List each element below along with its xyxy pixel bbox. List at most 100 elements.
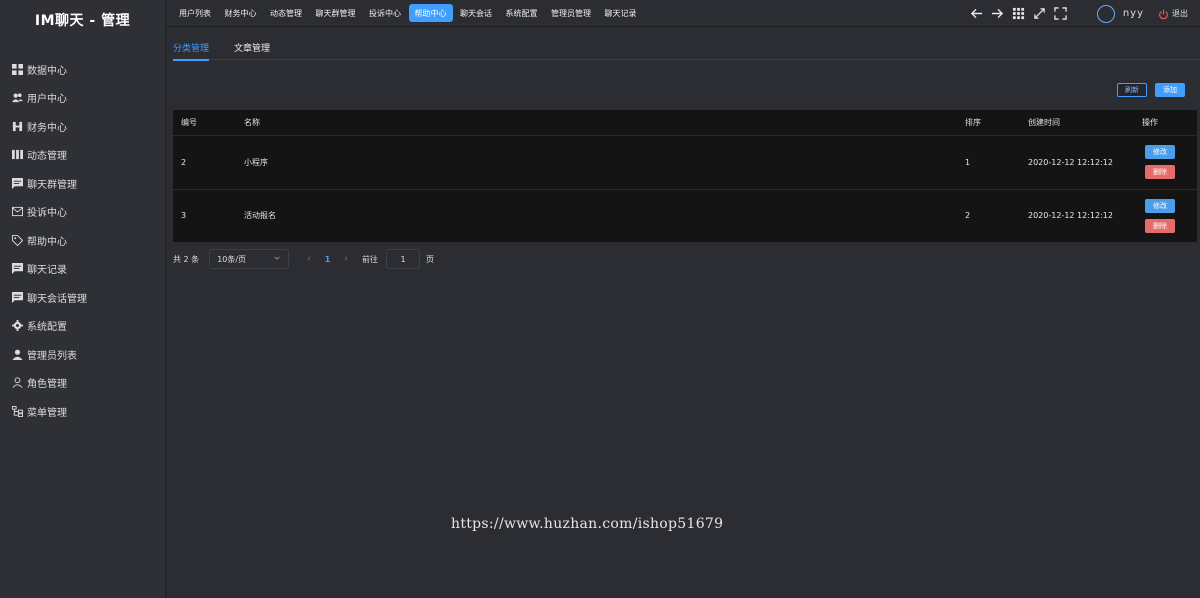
goto-page-input[interactable]	[385, 249, 420, 269]
cell-name: 小程序	[244, 157, 268, 167]
finance-icon	[12, 121, 23, 132]
sidebar-item-complaint[interactable]: 投诉中心	[0, 198, 165, 227]
sidebar-item-label: 角色管理	[27, 379, 67, 391]
top-nav-chat-record[interactable]: 聊天记录	[599, 4, 643, 22]
sidebar-item-admin-list[interactable]: 管理员列表	[0, 340, 165, 369]
sidebar: IM聊天 - 管理 数据中心 用户中心 财务中心 动态管理 聊天群管理 投诉中心…	[0, 0, 166, 598]
avatar[interactable]	[1096, 4, 1115, 23]
cell-id: 2	[181, 157, 187, 167]
page-number[interactable]: 1	[325, 255, 331, 264]
sidebar-item-system-config[interactable]: 系统配置	[0, 312, 165, 341]
pagination: 共 2 条 10条/页 ‹ 1 › 前往 页	[173, 249, 434, 269]
arrow-right-icon[interactable]	[991, 7, 1004, 20]
sidebar-item-label: 用户中心	[27, 94, 67, 106]
table-row: 2 小程序 1 2020-12-12 12:12:12 修改 删除	[173, 136, 1197, 190]
sidebar-item-label: 数据中心	[27, 65, 67, 77]
sidebar-item-menu[interactable]: 菜单管理	[0, 397, 165, 426]
sidebar-item-label: 系统配置	[27, 322, 67, 334]
cell-sort: 1	[965, 157, 971, 167]
top-nav-system-config[interactable]: 系统配置	[500, 4, 544, 22]
sidebar-item-label: 管理员列表	[27, 350, 77, 362]
goto-label: 前往	[361, 254, 378, 264]
sidebar-item-label: 动态管理	[27, 151, 67, 163]
page-size-value: 10条/页	[217, 254, 247, 264]
total-count: 共 2 条	[173, 254, 200, 264]
sidebar-item-data-center[interactable]: 数据中心	[0, 55, 165, 84]
cell-sort: 2	[965, 211, 971, 221]
sub-tabs: 分类管理 文章管理	[173, 38, 1200, 61]
chevron-down-icon	[273, 254, 281, 264]
top-nav-user-list[interactable]: 用户列表	[173, 4, 217, 22]
admin-icon	[12, 349, 23, 360]
users-icon	[12, 92, 23, 103]
edit-button[interactable]: 修改	[1145, 198, 1175, 213]
top-bar: 用户列表 财务中心 动态管理 聊天群管理 投诉中心 帮助中心 聊天会话 系统配置…	[166, 0, 1200, 27]
header-sort: 排序	[965, 118, 981, 127]
app-title: IM聊天 - 管理	[34, 13, 131, 29]
top-nav-chat-session[interactable]: 聊天会话	[454, 4, 498, 22]
row-actions: 修改 删除	[1145, 145, 1175, 180]
sidebar-item-label: 聊天会话管理	[27, 293, 87, 305]
sidebar-item-label: 投诉中心	[27, 208, 67, 220]
prev-page-icon[interactable]: ‹	[307, 254, 311, 264]
chat-group-icon	[12, 177, 23, 189]
chat-session-icon	[12, 291, 23, 303]
page-size-select[interactable]: 10条/页	[209, 249, 290, 269]
delete-button[interactable]: 删除	[1145, 218, 1175, 233]
sidebar-item-role[interactable]: 角色管理	[0, 369, 165, 398]
header-op: 操作	[1142, 118, 1158, 127]
cell-name: 活动报名	[244, 211, 276, 221]
logout-label: 退出	[1172, 9, 1188, 18]
delete-button[interactable]: 删除	[1145, 165, 1175, 180]
next-page-icon[interactable]: ›	[344, 254, 348, 264]
power-icon	[1158, 8, 1169, 20]
sidebar-item-user-center[interactable]: 用户中心	[0, 84, 165, 113]
top-nav-finance[interactable]: 财务中心	[219, 4, 263, 22]
add-button[interactable]: 添加	[1155, 83, 1185, 97]
sidebar-menu: 数据中心 用户中心 财务中心 动态管理 聊天群管理 投诉中心 帮助中心 聊天记录…	[0, 55, 165, 426]
fullscreen-icon[interactable]	[1054, 7, 1067, 20]
tag-icon	[12, 234, 23, 246]
expand-icon[interactable]	[1033, 7, 1046, 20]
tab-article[interactable]: 文章管理	[234, 41, 270, 59]
header-name: 名称	[244, 118, 260, 127]
cell-created: 2020-12-12 12:12:12	[1028, 211, 1113, 221]
sidebar-item-label: 财务中心	[27, 122, 67, 134]
top-nav-chat-group[interactable]: 聊天群管理	[310, 4, 362, 22]
top-nav-help-center[interactable]: 帮助中心	[408, 4, 453, 22]
header-id: 编号	[181, 118, 197, 127]
cell-id: 3	[181, 211, 187, 221]
refresh-button[interactable]: 刷新	[1117, 83, 1147, 97]
cell-created: 2020-12-12 12:12:12	[1028, 157, 1113, 167]
sidebar-item-label: 菜单管理	[27, 407, 67, 419]
top-nav-moments[interactable]: 动态管理	[264, 4, 308, 22]
role-icon	[12, 377, 23, 389]
sidebar-item-label: 聊天记录	[27, 265, 67, 277]
sidebar-item-finance[interactable]: 财务中心	[0, 112, 165, 141]
top-tools: nyy 退出	[962, 0, 1188, 27]
mail-icon	[12, 206, 23, 217]
grid-icon[interactable]	[1012, 7, 1025, 20]
sidebar-item-chat-group[interactable]: 聊天群管理	[0, 169, 165, 198]
username[interactable]: nyy	[1123, 8, 1144, 19]
arrow-left-icon[interactable]	[970, 7, 983, 20]
moments-icon	[12, 149, 23, 160]
menu-tree-icon	[12, 405, 23, 417]
table-row: 3 活动报名 2 2020-12-12 12:12:12 修改 删除	[173, 190, 1197, 243]
sidebar-item-chat-record[interactable]: 聊天记录	[0, 255, 165, 284]
sidebar-item-chat-session[interactable]: 聊天会话管理	[0, 283, 165, 312]
header-created: 创建时间	[1028, 118, 1060, 127]
table-header: 编号 名称 排序 创建时间 操作	[173, 110, 1197, 136]
tab-category[interactable]: 分类管理	[173, 41, 210, 61]
edit-button[interactable]: 修改	[1145, 145, 1175, 160]
top-nav-admin[interactable]: 管理员管理	[545, 4, 597, 22]
category-table: 编号 名称 排序 创建时间 操作 2 小程序 1 2020-12-12 12:1…	[173, 110, 1197, 243]
sidebar-item-moments[interactable]: 动态管理	[0, 141, 165, 170]
top-nav: 用户列表 财务中心 动态管理 聊天群管理 投诉中心 帮助中心 聊天会话 系统配置…	[166, 4, 644, 22]
top-nav-complaint[interactable]: 投诉中心	[363, 4, 407, 22]
sidebar-item-help[interactable]: 帮助中心	[0, 226, 165, 255]
logout-button[interactable]: 退出	[1158, 8, 1188, 20]
watermark-text: https://www.huzhan.com/ishop51679	[451, 516, 724, 532]
chat-record-icon	[12, 263, 23, 275]
dashboard-icon	[12, 63, 23, 75]
